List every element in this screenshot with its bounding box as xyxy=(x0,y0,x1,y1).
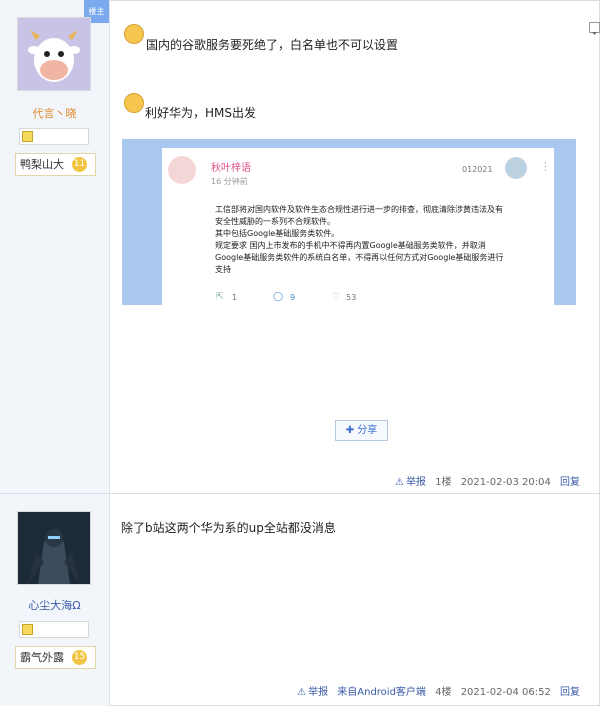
gem-icon xyxy=(22,131,33,142)
report-label: 举报 xyxy=(308,687,329,698)
like-count: 53 xyxy=(346,293,357,302)
avatar[interactable] xyxy=(17,511,91,585)
member-title: 鸭梨山大 xyxy=(20,158,64,171)
warning-icon: ⚠ xyxy=(394,477,404,488)
warning-icon: ⚠ xyxy=(297,687,307,698)
post-text-line: 除了b站这两个华为系的up全站都没消息 xyxy=(121,521,336,535)
embedded-badge-icon xyxy=(505,157,527,179)
post-text-line: 利好华为，HMS出发 xyxy=(145,106,256,120)
report-label: 举报 xyxy=(405,477,426,488)
avatar[interactable] xyxy=(17,17,91,91)
author-name[interactable]: 心尘大海Ω xyxy=(0,597,109,613)
dark-knight-avatar-icon xyxy=(18,512,90,584)
level-progress xyxy=(19,621,89,638)
plus-icon: ✚ xyxy=(345,425,355,436)
client-source[interactable]: 来自Android客户端 xyxy=(337,687,426,698)
emoji-icon xyxy=(124,93,144,113)
cow-avatar-icon xyxy=(18,18,90,90)
reply-link[interactable]: 回复 xyxy=(560,477,580,488)
embedded-post-card: 秋叶梓语 16 分钟前 012021 ⋮ 工信部将对国内软件及软件生态合规性进行… xyxy=(162,148,554,305)
level-number: 11 xyxy=(72,157,87,172)
floor-number: 4楼 xyxy=(435,687,452,698)
repost-icon: ⇱ xyxy=(216,292,224,302)
post-footer: ⚠ 举报 来自Android客户端 4楼 2021-02-04 06:52 回复 xyxy=(291,683,580,698)
author-name[interactable]: 代言丶晓 xyxy=(0,105,109,121)
level-progress xyxy=(19,128,89,145)
more-icon: ⋮ xyxy=(540,160,551,173)
level-badge[interactable]: 鸭梨山大 11 xyxy=(15,153,96,176)
floor-number: 1楼 xyxy=(435,477,452,488)
chevron-down-icon xyxy=(592,32,597,35)
embedded-text-line: Google基础服务类软件的系统白名单，不得再以任何方式对Google基础服务进… xyxy=(215,253,504,262)
member-title: 霸气外露 xyxy=(20,651,64,664)
comment-icon: ◯ xyxy=(273,292,284,302)
embedded-text-line: 工信部将对国内软件及软件生态合规性进行进一步的排查，彻底清除涉黄违法及有 xyxy=(215,205,503,214)
embedded-text-line: 其中包括Google基础服务类软件。 xyxy=(215,229,340,238)
reply-link[interactable]: 回复 xyxy=(560,687,580,698)
share-label: 分享 xyxy=(357,425,378,436)
collapse-toggle[interactable] xyxy=(589,22,600,35)
embedded-text-line: 安全性威胁的一系列不合规软件。 xyxy=(215,217,335,226)
gem-icon xyxy=(22,624,33,635)
post-time: 2021-02-04 06:52 xyxy=(460,687,551,698)
repost-count: 1 xyxy=(232,293,238,302)
report-link[interactable]: ⚠ 举报 xyxy=(395,477,426,488)
embedded-text-line: 支持 xyxy=(215,265,231,274)
embedded-time: 16 分钟前 xyxy=(211,177,248,186)
report-link[interactable]: ⚠ 举报 xyxy=(297,687,328,698)
embedded-screenshot: 秋叶梓语 16 分钟前 012021 ⋮ 工信部将对国内软件及软件生态合规性进行… xyxy=(122,139,576,305)
post-time: 2021-02-03 20:04 xyxy=(460,477,551,488)
embedded-text-line: 规定要求 国内上市发布的手机中不得再内置Google基础服务类软件，并取消 xyxy=(215,241,486,250)
comment-count: 9 xyxy=(290,293,296,302)
post-text-line: 国内的谷歌服务要死绝了，白名单也不可以设置 xyxy=(146,38,399,52)
level-number: 15 xyxy=(72,650,87,665)
embedded-user: 秋叶梓语 xyxy=(211,163,251,174)
post-footer: ⚠ 举报 1楼 2021-02-03 20:04 回复 xyxy=(389,473,580,488)
share-button[interactable]: ✚ 分享 xyxy=(335,420,388,441)
embedded-avatar xyxy=(168,156,196,184)
like-icon: ♡ xyxy=(332,292,341,302)
embedded-extra: 012021 xyxy=(462,165,493,174)
level-badge[interactable]: 霸气外露 15 xyxy=(15,646,96,669)
emoji-icon xyxy=(124,24,144,44)
